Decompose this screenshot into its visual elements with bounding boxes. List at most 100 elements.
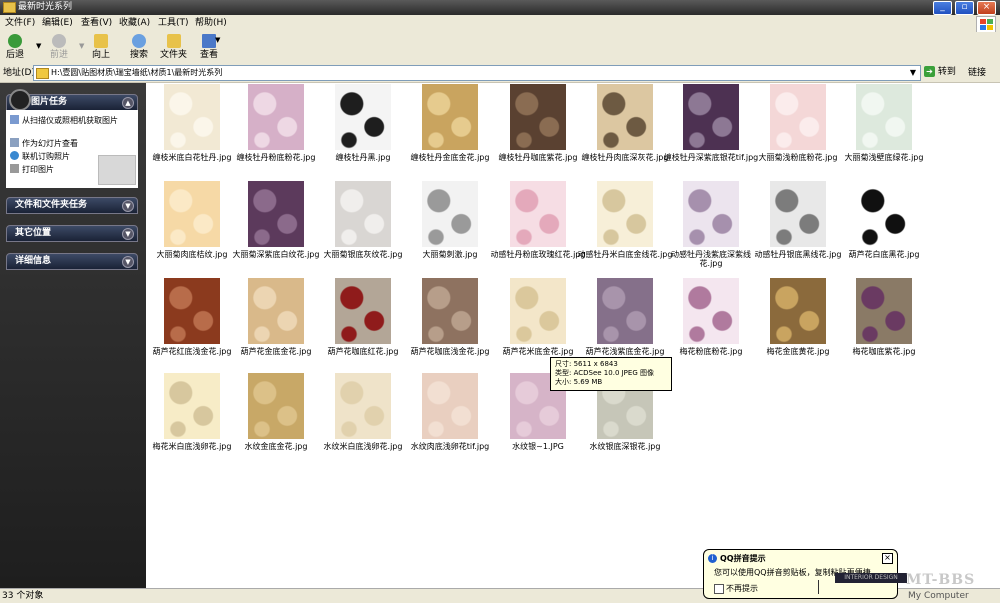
thumbnail-image[interactable] [770, 84, 826, 150]
forward-arrow-icon [52, 34, 66, 48]
file-view[interactable]: 缠枝米底白花牡丹.jpg 缠枝牡丹粉底粉花.jpg 缠枝牡丹黑.jpg 缠枝牡丹金底金… [146, 83, 1000, 588]
thumbnail-image[interactable] [164, 181, 220, 247]
thumbnail-image[interactable] [597, 181, 653, 247]
file-name[interactable]: 缠枝牡丹咖底紫花.jpg [490, 153, 586, 162]
task-get-pictures[interactable]: 从扫描仪或照相机获取图片 [10, 115, 118, 126]
thumbnail-image[interactable] [770, 278, 826, 344]
thumbnail-image[interactable] [856, 181, 912, 247]
thumbnail-image[interactable] [335, 278, 391, 344]
thumbnail-image[interactable] [248, 84, 304, 150]
thumbnail-image[interactable] [248, 181, 304, 247]
thumbnail-image[interactable] [856, 84, 912, 150]
file-name[interactable]: 水纹肉底浅卵花tif.jpg [402, 442, 498, 451]
task-order-prints[interactable]: 联机订购照片 [10, 151, 70, 162]
go-button[interactable]: ➔ 转到 [924, 66, 956, 78]
file-name[interactable]: 梅花金底黄花.jpg [750, 347, 846, 356]
file-name[interactable]: 动感牡丹米白底金线花.jpg [577, 250, 673, 259]
forward-button[interactable]: 前进 [50, 34, 68, 61]
thumbnail-image[interactable] [683, 181, 739, 247]
thumbnail-image[interactable] [248, 278, 304, 344]
thumbnail-image[interactable] [597, 278, 653, 344]
file-name[interactable]: 缠枝牡丹肉底深灰花.jpg [577, 153, 673, 162]
menu-help[interactable]: 帮助(H) [193, 17, 229, 30]
search-button[interactable]: 搜索 [130, 34, 148, 61]
file-name[interactable]: 葫芦花米底金花.jpg [490, 347, 586, 356]
minimize-button[interactable]: _ [933, 1, 952, 15]
thumbnail-image[interactable] [164, 278, 220, 344]
address-input[interactable]: H:\壹圆\贴图材质\瑞宝墙纸\材质1\最新时光系列 ▼ [33, 65, 921, 81]
expand-icon[interactable]: ▼ [122, 256, 134, 268]
file-name[interactable]: 缠枝米底白花牡丹.jpg [144, 153, 240, 162]
file-name[interactable]: 梅花粉底粉花.jpg [663, 347, 759, 356]
file-name[interactable]: 大丽菊银底灰纹花.jpg [315, 250, 411, 259]
menu-favorites[interactable]: 收藏(A) [117, 17, 152, 30]
file-name[interactable]: 梅花米白底浅卵花.jpg [144, 442, 240, 451]
thumbnail-image[interactable] [422, 181, 478, 247]
file-name[interactable]: 葫芦花红底浅金花.jpg [144, 347, 240, 356]
thumbnail-image[interactable] [510, 84, 566, 150]
file-folder-tasks-header[interactable]: 文件和文件夹任务 ▼ [6, 197, 138, 214]
file-name[interactable]: 大丽菊肉底桔纹.jpg [144, 250, 240, 259]
back-dropdown-icon[interactable]: ▼ [36, 42, 41, 50]
file-name[interactable]: 缠枝牡丹粉底粉花.jpg [228, 153, 324, 162]
close-button[interactable]: × [977, 1, 996, 15]
file-name[interactable]: 动感牡丹浅紫底深紫线花.jpg [663, 250, 759, 268]
file-name[interactable]: 葫芦花咖底红花.jpg [315, 347, 411, 356]
maximize-button[interactable]: ▫ [955, 1, 974, 15]
thumbnail-image[interactable] [422, 373, 478, 439]
forward-dropdown-icon[interactable]: ▼ [79, 42, 84, 50]
thumbnail-image[interactable] [335, 181, 391, 247]
menu-edit[interactable]: 编辑(E) [40, 17, 75, 30]
file-name[interactable]: 缠枝牡丹金底金花.jpg [402, 153, 498, 162]
views-dropdown-icon[interactable]: ▼ [215, 36, 220, 44]
file-name[interactable]: 缠枝牡丹深紫底银花tif.jpg [663, 153, 759, 162]
thumbnail-image[interactable] [422, 84, 478, 150]
thumbnail-image[interactable] [164, 373, 220, 439]
thumbnail-image[interactable] [856, 278, 912, 344]
thumbnail-image[interactable] [164, 84, 220, 150]
expand-icon[interactable]: ▼ [122, 228, 134, 240]
file-name[interactable]: 葫芦花金底金花.jpg [228, 347, 324, 356]
file-name[interactable]: 动感牡丹粉底玫瑰红花.jpg [490, 250, 586, 259]
expand-icon[interactable]: ▼ [122, 200, 134, 212]
back-button[interactable]: 后退 [6, 34, 24, 61]
file-name[interactable]: 水纹银~1.JPG [490, 442, 586, 451]
file-name[interactable]: 水纹银底深银花.jpg [577, 442, 673, 451]
file-name[interactable]: 梅花咖底紫花.jpg [836, 347, 932, 356]
collapse-icon[interactable]: ▲ [122, 97, 134, 109]
details-header[interactable]: 详细信息 ▼ [6, 253, 138, 270]
thumbnail-image[interactable] [335, 373, 391, 439]
thumbnail-image[interactable] [510, 181, 566, 247]
address-dropdown-icon[interactable]: ▼ [907, 66, 919, 80]
folders-button[interactable]: 文件夹 [160, 34, 187, 61]
file-name[interactable]: 大丽菊浅粉底粉花.jpg [750, 153, 846, 162]
thumbnail-image[interactable] [683, 84, 739, 150]
task-slideshow[interactable]: 作为幻灯片查看 [10, 138, 78, 149]
dont-show-again-checkbox[interactable] [714, 584, 724, 594]
menu-tools[interactable]: 工具(T) [156, 17, 191, 30]
file-name[interactable]: 动感牡丹银底黑线花.jpg [750, 250, 846, 259]
file-name[interactable]: 大丽菊深紫底白纹花.jpg [228, 250, 324, 259]
thumbnail-image[interactable] [683, 278, 739, 344]
menu-view[interactable]: 查看(V) [79, 17, 114, 30]
file-name[interactable]: 葫芦花白底黑花.jpg [836, 250, 932, 259]
thumbnail-image[interactable] [770, 181, 826, 247]
thumbnail-image[interactable] [422, 278, 478, 344]
thumbnail-image[interactable] [597, 84, 653, 150]
file-name[interactable]: 缠枝牡丹黑.jpg [315, 153, 411, 162]
thumbnail-image[interactable] [335, 84, 391, 150]
file-name[interactable]: 水纹米白底浅卵花.jpg [315, 442, 411, 451]
task-print[interactable]: 打印图片 [10, 164, 54, 175]
balloon-close-button[interactable]: × [882, 553, 893, 564]
file-name[interactable]: 水纹金底金花.jpg [228, 442, 324, 451]
file-name[interactable]: 葫芦花咖底浅金花.jpg [402, 347, 498, 356]
up-button[interactable]: 向上 [92, 34, 110, 61]
menu-file[interactable]: 文件(F) [3, 17, 37, 30]
links-button[interactable]: 链接 [968, 67, 986, 79]
other-places-header[interactable]: 其它位置 ▼ [6, 225, 138, 242]
file-name[interactable]: 大丽菊浅壁底绿花.jpg [836, 153, 932, 162]
thumbnail-image[interactable] [248, 373, 304, 439]
file-name[interactable]: 葫芦花浅紫底金花.jpg [577, 347, 673, 356]
file-name[interactable]: 大丽菊刺激.jpg [402, 250, 498, 259]
thumbnail-image[interactable] [510, 278, 566, 344]
